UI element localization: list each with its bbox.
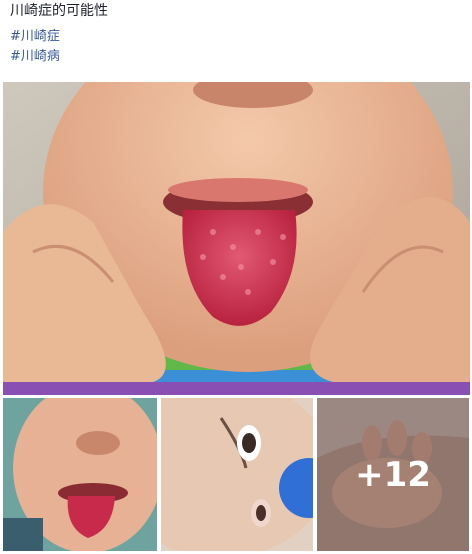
thumbnail-tongue[interactable] bbox=[3, 398, 157, 551]
hashtag-kawasaki-disease[interactable]: #川崎病 bbox=[10, 48, 60, 65]
post-caption: 川崎症的可能性 bbox=[10, 3, 108, 19]
thumbnail-more-photos[interactable]: +12 bbox=[317, 398, 469, 551]
hashtag-kawasaki-syndrome[interactable]: #川崎症 bbox=[10, 28, 60, 45]
more-photos-overlay[interactable]: +12 bbox=[317, 398, 469, 551]
main-photo[interactable] bbox=[3, 82, 470, 395]
thumbnail-eye[interactable] bbox=[161, 398, 313, 551]
more-photos-count: +12 bbox=[355, 454, 431, 495]
photo-strawberry-tongue bbox=[3, 82, 470, 395]
photo-child-eye bbox=[161, 398, 313, 551]
photo-child-tongue bbox=[3, 398, 157, 551]
